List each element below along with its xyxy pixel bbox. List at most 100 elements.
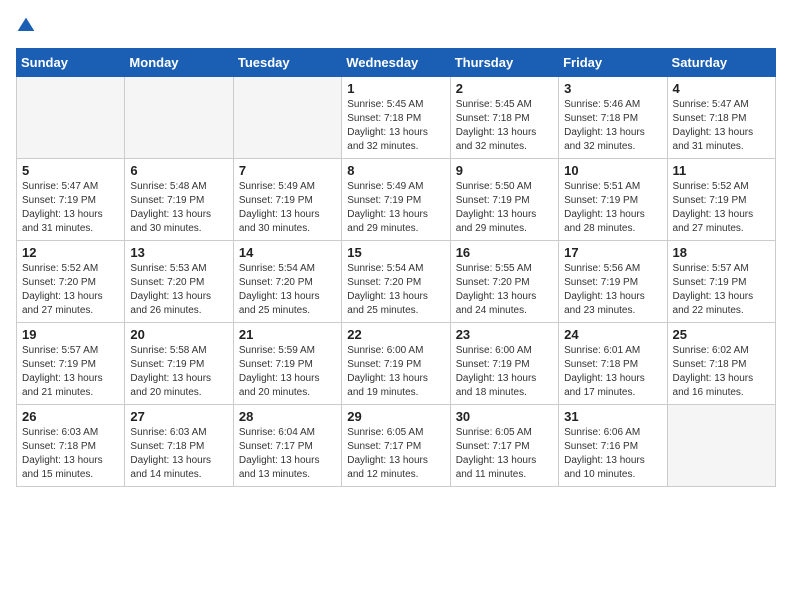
day-number: 15 [347, 245, 444, 260]
day-info: Sunrise: 6:05 AMSunset: 7:17 PMDaylight:… [347, 426, 444, 482]
page-header [16, 16, 776, 36]
day-info: Sunrise: 5:52 AMSunset: 7:19 PMDaylight:… [673, 180, 770, 236]
day-number: 24 [564, 327, 661, 342]
calendar-cell: 1 Sunrise: 5:45 AMSunset: 7:18 PMDaylight… [342, 77, 450, 159]
calendar-cell: 28 Sunrise: 6:04 AMSunset: 7:17 PMDayligh… [233, 405, 341, 487]
day-info: Sunrise: 5:45 AMSunset: 7:18 PMDaylight:… [456, 98, 553, 154]
day-info: Sunrise: 5:55 AMSunset: 7:20 PMDaylight:… [456, 262, 553, 318]
header-friday: Friday [559, 49, 667, 77]
header-saturday: Saturday [667, 49, 775, 77]
day-number: 19 [22, 327, 119, 342]
calendar-cell: 7Sunrise: 5:49 AMSunset: 7:19 PMDaylight… [233, 159, 341, 241]
day-number: 20 [130, 327, 227, 342]
calendar-cell: 23Sunrise: 6:00 AMSunset: 7:19 PMDayligh… [450, 323, 558, 405]
day-info: Sunrise: 5:47 AMSunset: 7:18 PMDaylight:… [673, 98, 770, 154]
calendar-cell: 25 Sunrise: 6:02 AMSunset: 7:18 PMDayligh… [667, 323, 775, 405]
day-info: Sunrise: 5:54 AMSunset: 7:20 PMDaylight:… [347, 262, 444, 318]
calendar-cell [17, 77, 125, 159]
day-number: 5 [22, 163, 119, 178]
day-info: Sunrise: 6:03 AMSunset: 7:18 PMDaylight:… [130, 426, 227, 482]
day-number: 22 [347, 327, 444, 342]
calendar-cell: 14 Sunrise: 5:54 AMSunset: 7:20 PMDayligh… [233, 241, 341, 323]
day-info: Sunrise: 5:57 AMSunset: 7:19 PMDaylight:… [673, 262, 770, 318]
calendar-cell: 10 Sunrise: 5:51 AMSunset: 7:19 PMDayligh… [559, 159, 667, 241]
calendar-cell: 30 Sunrise: 6:05 AMSunset: 7:17 PMDayligh… [450, 405, 558, 487]
day-number: 31 [564, 409, 661, 424]
calendar-cell: 20 Sunrise: 5:58 AMSunset: 7:19 PMDayligh… [125, 323, 233, 405]
calendar-cell: 8 Sunrise: 5:49 AMSunset: 7:19 PMDaylight… [342, 159, 450, 241]
day-number: 14 [239, 245, 336, 260]
day-info: Sunrise: 6:01 AMSunset: 7:18 PMDaylight:… [564, 344, 661, 400]
day-number: 12 [22, 245, 119, 260]
calendar-week-2: 5 Sunrise: 5:47 AMSunset: 7:19 PMDaylight… [17, 159, 776, 241]
calendar-cell: 16 Sunrise: 5:55 AMSunset: 7:20 PMDayligh… [450, 241, 558, 323]
calendar-cell: 22Sunrise: 6:00 AMSunset: 7:19 PMDayligh… [342, 323, 450, 405]
header-sunday: Sunday [17, 49, 125, 77]
day-number: 6 [130, 163, 227, 178]
day-info: Sunrise: 6:02 AMSunset: 7:18 PMDaylight:… [673, 344, 770, 400]
calendar-cell: 15 Sunrise: 5:54 AMSunset: 7:20 PMDayligh… [342, 241, 450, 323]
calendar-cell: 2 Sunrise: 5:45 AMSunset: 7:18 PMDaylight… [450, 77, 558, 159]
calendar-cell [667, 405, 775, 487]
calendar-cell: 26Sunrise: 6:03 AMSunset: 7:18 PMDayligh… [17, 405, 125, 487]
calendar-week-4: 19Sunrise: 5:57 AMSunset: 7:19 PMDayligh… [17, 323, 776, 405]
day-number: 11 [673, 163, 770, 178]
day-info: Sunrise: 5:54 AMSunset: 7:20 PMDaylight:… [239, 262, 336, 318]
day-info: Sunrise: 5:45 AMSunset: 7:18 PMDaylight:… [347, 98, 444, 154]
day-info: Sunrise: 5:52 AMSunset: 7:20 PMDaylight:… [22, 262, 119, 318]
day-number: 13 [130, 245, 227, 260]
day-number: 21 [239, 327, 336, 342]
calendar-cell: 31 Sunrise: 6:06 AMSunset: 7:16 PMDayligh… [559, 405, 667, 487]
calendar-cell: 5 Sunrise: 5:47 AMSunset: 7:19 PMDaylight… [17, 159, 125, 241]
header-tuesday: Tuesday [233, 49, 341, 77]
day-info: Sunrise: 6:05 AMSunset: 7:17 PMDaylight:… [456, 426, 553, 482]
calendar-cell: 3 Sunrise: 5:46 AMSunset: 7:18 PMDaylight… [559, 77, 667, 159]
day-number: 28 [239, 409, 336, 424]
day-info: Sunrise: 5:50 AMSunset: 7:19 PMDaylight:… [456, 180, 553, 236]
day-info: Sunrise: 5:49 AMSunset: 7:19 PMDaylight:… [347, 180, 444, 236]
calendar-cell: 29 Sunrise: 6:05 AMSunset: 7:17 PMDayligh… [342, 405, 450, 487]
day-number: 27 [130, 409, 227, 424]
calendar-cell: 9 Sunrise: 5:50 AMSunset: 7:19 PMDaylight… [450, 159, 558, 241]
day-info: Sunrise: 6:06 AMSunset: 7:16 PMDaylight:… [564, 426, 661, 482]
calendar-cell: 13 Sunrise: 5:53 AMSunset: 7:20 PMDayligh… [125, 241, 233, 323]
day-number: 25 [673, 327, 770, 342]
day-info: Sunrise: 5:59 AMSunset: 7:19 PMDaylight:… [239, 344, 336, 400]
day-number: 29 [347, 409, 444, 424]
day-number: 4 [673, 81, 770, 96]
calendar-cell: 6Sunrise: 5:48 AMSunset: 7:19 PMDaylight… [125, 159, 233, 241]
day-number: 23 [456, 327, 553, 342]
calendar-cell [233, 77, 341, 159]
header-wednesday: Wednesday [342, 49, 450, 77]
day-number: 26 [22, 409, 119, 424]
day-number: 16 [456, 245, 553, 260]
day-number: 30 [456, 409, 553, 424]
calendar-cell: 11 Sunrise: 5:52 AMSunset: 7:19 PMDayligh… [667, 159, 775, 241]
calendar-table: SundayMondayTuesdayWednesdayThursdayFrid… [16, 48, 776, 487]
calendar-cell: 17Sunrise: 5:56 AMSunset: 7:19 PMDayligh… [559, 241, 667, 323]
calendar-week-3: 12 Sunrise: 5:52 AMSunset: 7:20 PMDayligh… [17, 241, 776, 323]
calendar-week-1: 1 Sunrise: 5:45 AMSunset: 7:18 PMDaylight… [17, 77, 776, 159]
day-number: 3 [564, 81, 661, 96]
day-number: 17 [564, 245, 661, 260]
calendar-cell: 24 Sunrise: 6:01 AMSunset: 7:18 PMDayligh… [559, 323, 667, 405]
day-info: Sunrise: 5:53 AMSunset: 7:20 PMDaylight:… [130, 262, 227, 318]
day-info: Sunrise: 5:46 AMSunset: 7:18 PMDaylight:… [564, 98, 661, 154]
day-number: 1 [347, 81, 444, 96]
day-number: 9 [456, 163, 553, 178]
day-info: Sunrise: 5:51 AMSunset: 7:19 PMDaylight:… [564, 180, 661, 236]
day-number: 10 [564, 163, 661, 178]
calendar-week-5: 26 Sunrise: 6:03 AMSunset: 7:18 PMDayligh… [17, 405, 776, 487]
calendar-cell: 4 Sunrise: 5:47 AMSunset: 7:18 PMDaylight… [667, 77, 775, 159]
day-info: Sunrise: 6:04 AMSunset: 7:17 PMDaylight:… [239, 426, 336, 482]
day-info: Sunrise: 5:47 AMSunset: 7:19 PMDaylight:… [22, 180, 119, 236]
day-number: 7 [239, 163, 336, 178]
calendar-cell: 12 Sunrise: 5:52 AMSunset: 7:20 PMDayligh… [17, 241, 125, 323]
day-number: 2 [456, 81, 553, 96]
day-number: 8 [347, 163, 444, 178]
logo [16, 16, 40, 36]
calendar-cell: 19Sunrise: 5:57 AMSunset: 7:19 PMDayligh… [17, 323, 125, 405]
day-number: 18 [673, 245, 770, 260]
calendar-cell: 21 Sunrise: 5:59 AMSunset: 7:19 PMDayligh… [233, 323, 341, 405]
day-info: Sunrise: 5:58 AMSunset: 7:19 PMDaylight:… [130, 344, 227, 400]
